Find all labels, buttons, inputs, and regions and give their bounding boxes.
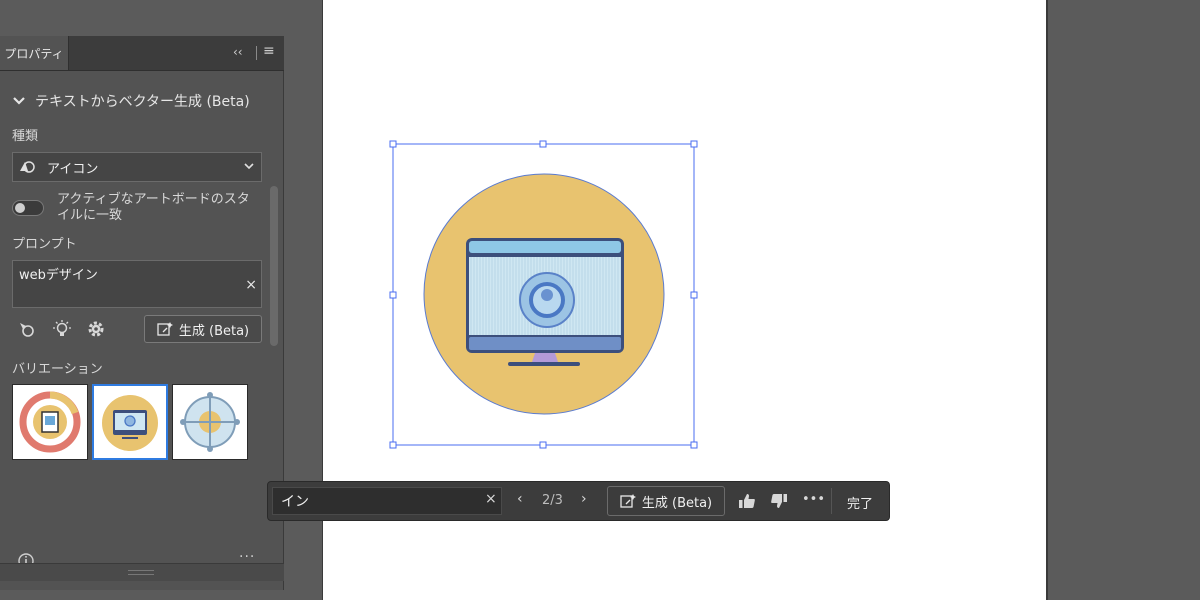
taskbar-prompt-text: イン xyxy=(281,494,309,510)
section-title: テキストからベクター生成 (Beta) xyxy=(35,94,250,110)
next-variation-button[interactable]: › xyxy=(581,491,587,507)
chevron-down-icon xyxy=(13,97,25,105)
variation-thumbnail-3[interactable] xyxy=(172,384,248,460)
variation-thumbnail-1[interactable] xyxy=(12,384,88,460)
panel-tab-bar: プロパティ ‹‹ ≡ xyxy=(0,36,284,71)
generate-sparkle-icon xyxy=(620,494,636,508)
taskbar-more-options[interactable]: ••• xyxy=(802,492,825,507)
prompt-input[interactable]: webデザイン × xyxy=(12,260,262,308)
generate-sparkle-icon xyxy=(157,322,173,336)
variation-thumbnail-2[interactable] xyxy=(92,384,168,460)
match-style-label: アクティブなアートボードのスタイルに一致 xyxy=(57,192,250,223)
divider xyxy=(256,46,257,60)
taskbar-generate-button[interactable]: 生成 (Beta) xyxy=(607,486,725,516)
divider xyxy=(831,488,832,514)
contextual-taskbar: イン × ‹ 2/3 › 生成 (Beta) ••• 完了 xyxy=(267,481,890,521)
variation-counter: 2/3 xyxy=(542,493,563,508)
shape-builder-icon xyxy=(20,161,35,173)
artboard-edge xyxy=(1046,0,1048,600)
chevron-down-icon xyxy=(244,163,254,170)
taskbar-generate-label: 生成 (Beta) xyxy=(641,495,713,511)
generated-vector-icon[interactable] xyxy=(380,130,710,460)
clear-prompt-button[interactable]: × xyxy=(245,277,257,293)
panel-scrollbar[interactable] xyxy=(270,186,278,346)
taskbar-clear-button[interactable]: × xyxy=(485,491,497,507)
collapse-panel-button[interactable]: ‹‹ xyxy=(233,45,243,59)
lightbulb-icon[interactable] xyxy=(52,319,72,339)
type-select-value: アイコン xyxy=(47,161,99,177)
type-select[interactable]: アイコン xyxy=(12,152,262,182)
panel-resize-handle[interactable] xyxy=(0,563,284,581)
generate-button[interactable]: 生成 (Beta) xyxy=(144,315,262,343)
thumbs-up-icon[interactable] xyxy=(738,492,756,510)
gear-icon[interactable] xyxy=(86,319,106,339)
match-style-toggle[interactable] xyxy=(12,200,44,216)
prompt-label: プロンプト xyxy=(12,237,77,252)
section-text-to-vector[interactable]: テキストからベクター生成 (Beta) xyxy=(12,91,250,111)
panel-menu-icon[interactable]: ≡ xyxy=(263,43,275,59)
properties-panel: プロパティ ‹‹ ≡ テキストからベクター生成 (Beta) 種類 アイコン ア… xyxy=(0,36,284,590)
tab-properties[interactable]: プロパティ xyxy=(0,36,69,70)
type-label: 種類 xyxy=(12,129,39,144)
previous-variation-button[interactable]: ‹ xyxy=(517,491,523,507)
prompt-text: webデザイン xyxy=(19,268,98,283)
variations-label: バリエーション xyxy=(12,362,103,377)
thumbs-down-icon[interactable] xyxy=(770,492,788,510)
reference-icon[interactable] xyxy=(16,319,36,339)
generate-button-label: 生成 (Beta) xyxy=(178,323,250,339)
taskbar-prompt-input[interactable]: イン xyxy=(272,487,502,515)
grip-icon xyxy=(128,570,154,575)
done-button[interactable]: 完了 xyxy=(847,493,873,512)
